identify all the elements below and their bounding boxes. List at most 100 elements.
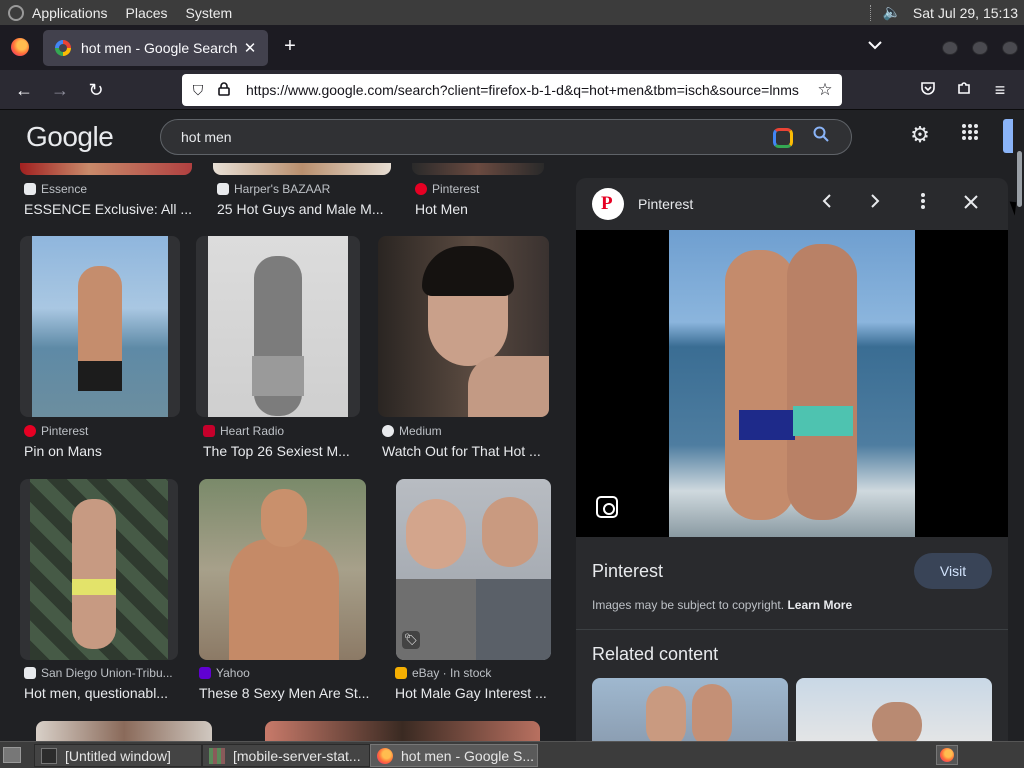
taskbar-item-mobile-server[interactable]: [mobile-server-stat... bbox=[202, 744, 370, 767]
result-thumbnail[interactable] bbox=[378, 236, 549, 417]
learn-more-link[interactable]: Learn More bbox=[787, 598, 852, 612]
google-favicon-icon bbox=[55, 40, 71, 56]
result-caption[interactable]: These 8 Sexy Men Are St... bbox=[199, 685, 371, 701]
bazaar-favicon-icon bbox=[217, 183, 229, 195]
taskbar-item-firefox[interactable]: hot men - Google S... bbox=[370, 744, 538, 767]
google-apps-icon[interactable] bbox=[958, 123, 982, 147]
url-bar[interactable]: ⛉ https://www.google.com/search?client=f… bbox=[182, 74, 842, 106]
google-header: Google hot men ⚙ bbox=[0, 111, 1016, 163]
result-caption[interactable]: Hot Men bbox=[415, 201, 555, 217]
terminal-icon bbox=[41, 747, 57, 764]
result-source[interactable]: Medium bbox=[382, 424, 442, 438]
list-all-tabs-icon[interactable] bbox=[868, 37, 882, 53]
result-thumbnail[interactable] bbox=[265, 721, 540, 741]
menu-system[interactable]: System bbox=[186, 5, 233, 21]
google-logo[interactable]: Google bbox=[26, 121, 114, 153]
pocket-icon[interactable] bbox=[916, 78, 940, 102]
image-results-grid: Essence ESSENCE Exclusive: All ... Harpe… bbox=[0, 163, 570, 741]
result-thumbnail[interactable] bbox=[213, 163, 391, 175]
result-thumbnail[interactable] bbox=[20, 236, 180, 417]
result-source[interactable]: Harper's BAZAAR bbox=[217, 182, 330, 196]
tab-google-search[interactable]: hot men - Google Search ✕ bbox=[43, 30, 268, 66]
visit-button[interactable]: Visit bbox=[914, 553, 992, 589]
result-source[interactable]: Yahoo bbox=[199, 666, 250, 680]
copyright-notice: Images may be subject to copyright. Lear… bbox=[592, 598, 853, 612]
menu-places[interactable]: Places bbox=[126, 5, 168, 21]
result-thumbnail[interactable] bbox=[20, 163, 192, 175]
previous-image-icon[interactable] bbox=[816, 192, 838, 214]
settings-gear-icon[interactable]: ⚙ bbox=[908, 123, 932, 147]
minimize-window-button[interactable] bbox=[942, 41, 958, 55]
lock-icon[interactable] bbox=[216, 82, 232, 98]
result-caption[interactable]: 25 Hot Guys and Male M... bbox=[217, 201, 387, 217]
shopping-tag-icon: 🏷 bbox=[402, 631, 420, 649]
result-caption[interactable]: Hot Male Gay Interest ... bbox=[395, 685, 560, 701]
extensions-icon[interactable] bbox=[952, 78, 976, 102]
panel-separator bbox=[869, 4, 873, 21]
menu-applications[interactable]: Applications bbox=[32, 5, 108, 21]
volume-icon[interactable]: 🔈 bbox=[883, 4, 902, 21]
reload-icon[interactable]: ↻ bbox=[84, 78, 108, 102]
firefox-icon bbox=[377, 747, 393, 764]
essence-favicon-icon bbox=[24, 183, 36, 195]
result-caption[interactable]: Watch Out for That Hot ... bbox=[382, 443, 554, 459]
panel-source-name[interactable]: Pinterest bbox=[638, 196, 693, 212]
result-source[interactable]: San Diego Union-Tribu... bbox=[24, 666, 173, 680]
panel-header: Pinterest bbox=[576, 178, 1008, 230]
os-top-panel: Applications Places System 🔈 Sat Jul 29,… bbox=[0, 0, 1024, 25]
result-thumbnail[interactable] bbox=[199, 479, 366, 660]
show-desktop-icon[interactable] bbox=[3, 747, 21, 763]
result-thumbnail[interactable] bbox=[36, 721, 212, 741]
more-options-icon[interactable] bbox=[912, 192, 934, 214]
spreadsheet-icon bbox=[209, 747, 225, 764]
panel-divider bbox=[576, 629, 1008, 630]
new-tab-button[interactable]: + bbox=[280, 36, 300, 56]
close-panel-icon[interactable] bbox=[960, 192, 982, 214]
result-source[interactable]: Pinterest bbox=[24, 424, 88, 438]
search-input[interactable]: hot men bbox=[181, 129, 232, 145]
search-icon[interactable] bbox=[813, 126, 829, 147]
search-inside-image-icon[interactable] bbox=[596, 496, 618, 518]
result-caption[interactable]: ESSENCE Exclusive: All ... bbox=[24, 201, 194, 217]
preview-site-name[interactable]: Pinterest bbox=[592, 561, 663, 582]
search-box[interactable]: hot men bbox=[160, 119, 852, 155]
result-source[interactable]: Essence bbox=[24, 182, 87, 196]
preview-image-area[interactable] bbox=[576, 230, 1008, 537]
result-caption[interactable]: The Top 26 Sexiest M... bbox=[203, 443, 363, 459]
browser-tab-bar: hot men - Google Search ✕ + bbox=[0, 25, 1024, 70]
os-taskbar: [Untitled window] [mobile-server-stat...… bbox=[0, 741, 1024, 768]
bookmark-star-icon[interactable]: ☆ bbox=[814, 80, 836, 100]
result-source[interactable]: eBay · In stock bbox=[395, 666, 491, 680]
result-thumbnail[interactable] bbox=[20, 479, 178, 660]
related-thumbnail[interactable] bbox=[592, 678, 788, 741]
maximize-window-button[interactable] bbox=[972, 41, 988, 55]
result-caption[interactable]: Pin on Mans bbox=[24, 443, 194, 459]
close-window-button[interactable] bbox=[1002, 41, 1018, 55]
result-thumbnail[interactable] bbox=[412, 163, 544, 175]
related-thumbnail[interactable] bbox=[796, 678, 992, 741]
tracking-shield-icon[interactable]: ⛉ bbox=[190, 82, 206, 98]
result-source[interactable]: Heart Radio bbox=[203, 424, 284, 438]
clock[interactable]: Sat Jul 29, 15:13 bbox=[913, 5, 1018, 21]
pinterest-favicon-icon bbox=[415, 183, 427, 195]
forward-arrow-icon[interactable]: → bbox=[48, 78, 72, 102]
back-arrow-icon[interactable]: ← bbox=[12, 78, 36, 102]
preview-image[interactable] bbox=[669, 230, 915, 537]
result-caption[interactable]: Hot men, questionabl... bbox=[24, 685, 194, 701]
close-tab-icon[interactable]: ✕ bbox=[240, 39, 260, 57]
url-text[interactable]: https://www.google.com/search?client=fir… bbox=[246, 82, 814, 98]
account-avatar[interactable] bbox=[1003, 119, 1013, 153]
pinterest-logo-icon[interactable] bbox=[592, 188, 624, 220]
firefox-view-icon[interactable] bbox=[11, 38, 29, 56]
ebay-favicon-icon bbox=[395, 667, 407, 679]
result-thumbnail[interactable]: 🏷 bbox=[396, 479, 551, 660]
taskbar-item-untitled-window[interactable]: [Untitled window] bbox=[34, 744, 202, 767]
distro-logo-icon[interactable] bbox=[8, 4, 24, 21]
result-thumbnail[interactable] bbox=[196, 236, 360, 417]
google-lens-icon[interactable] bbox=[773, 128, 793, 148]
tray-firefox-icon[interactable] bbox=[936, 745, 958, 765]
menu-hamburger-icon[interactable]: ≡ bbox=[988, 78, 1012, 102]
result-source[interactable]: Pinterest bbox=[415, 182, 479, 196]
next-image-icon[interactable] bbox=[864, 192, 886, 214]
scrollbar-thumb[interactable] bbox=[1017, 151, 1022, 207]
